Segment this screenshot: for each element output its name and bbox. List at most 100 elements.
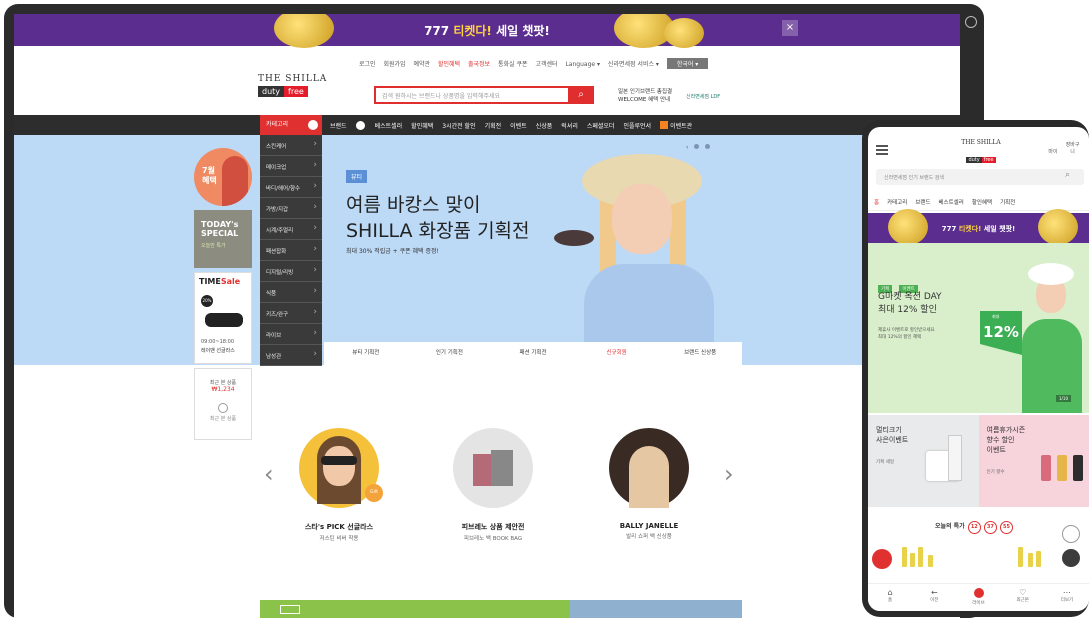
hero-tab[interactable]: 인기 기획전	[408, 342, 492, 365]
today-line2: SPECIAL	[201, 229, 239, 238]
bottom-nav-recent[interactable]: ♡ 최근본	[1001, 584, 1045, 611]
search-input[interactable]: 검색 원하시는 브랜드나 상품명을 입력해주세요 ⌕	[374, 86, 594, 104]
deal-product[interactable]	[1036, 551, 1041, 567]
util-link[interactable]: 고객센터	[535, 61, 557, 68]
mobile-hero-title: G마켓 옥션 DAY 최대 12% 할인	[878, 291, 942, 317]
mobile-promo-banner[interactable]: 777 티켓다! 세일 챗팟!	[868, 209, 1089, 245]
gnb-item[interactable]: 베스트셀러	[375, 121, 403, 130]
promo-text: 777 티켓다! 세일 챗팟!	[14, 22, 960, 39]
deal-product[interactable]	[918, 547, 923, 567]
language-button[interactable]: 한국어 ▾	[666, 58, 709, 69]
category-item[interactable]: 바디/헤어/향수	[260, 177, 322, 198]
bottom-nav-live[interactable]: 라이브	[956, 584, 1000, 611]
deal-product[interactable]	[910, 553, 915, 567]
cart-icon[interactable]: 장바구니	[1066, 141, 1080, 155]
gnb-item[interactable]: 럭셔리	[561, 121, 578, 130]
category-item[interactable]: 키즈/완구	[260, 303, 322, 324]
user-icon[interactable]: 마이	[1046, 148, 1060, 155]
mobile-tab[interactable]: 할인혜택	[972, 198, 992, 206]
deal-product[interactable]	[1018, 547, 1023, 567]
mobile-tab[interactable]: 베스트셀러	[939, 198, 964, 206]
header-ad-logo[interactable]: 신라면세점 LDF	[686, 93, 720, 100]
util-link[interactable]: Language ▾	[565, 61, 600, 68]
shilla-logo[interactable]: THE SHILLA duty free	[258, 74, 328, 97]
mobile-hero-page[interactable]: 1/10	[1056, 395, 1071, 402]
brand-toggle-icon[interactable]	[355, 120, 365, 130]
product-subtitle: 저스틴 비버 착용	[319, 536, 359, 542]
top-promo-banner[interactable]: 777 티켓다! 세일 챗팟! ×	[14, 14, 960, 48]
gnb-item[interactable]: 할인혜택	[411, 121, 433, 130]
search-icon[interactable]: ⌕	[568, 86, 594, 104]
util-link[interactable]: 회원가입	[383, 61, 405, 68]
recent-view-panel[interactable]: 최근 본 상품 ₩1,234 최근 본 상품	[194, 368, 252, 440]
category-item[interactable]: 패션잡화	[260, 240, 322, 261]
search-icon[interactable]: ⌕	[1065, 170, 1070, 180]
hero-tab[interactable]: 브랜드 신상품	[658, 342, 742, 365]
gnb-item-brand[interactable]: 브랜드	[330, 121, 347, 130]
util-link[interactable]: 출국정보	[468, 61, 490, 68]
all-category-button[interactable]: 카테고리	[260, 115, 322, 135]
gnb-item-event[interactable]: 이벤트관	[670, 121, 692, 130]
bottom-nav-home[interactable]: ⌂ 홈	[868, 584, 912, 611]
category-item[interactable]: 가방/지갑	[260, 198, 322, 219]
next-arrow-icon[interactable]: ›	[724, 460, 734, 488]
util-link[interactable]: 할인혜택	[438, 61, 460, 68]
gnb-item[interactable]: 3시간전 할인	[442, 121, 475, 130]
hero-pagination[interactable]: ‹	[686, 144, 711, 151]
mobile-tab[interactable]: 브랜드	[915, 198, 930, 206]
category-item[interactable]: 디지털/리빙	[260, 261, 322, 282]
mobile-tab[interactable]: 카테고리	[887, 198, 907, 206]
hero-tab[interactable]: 패션 기획전	[491, 342, 575, 365]
product-card[interactable]: 피브레노 상품 제안전 피브레노 백 BOOK BAG	[418, 428, 568, 542]
gnb-item[interactable]: 이벤트	[510, 121, 527, 130]
gnb-item[interactable]: 스페셜오더	[587, 121, 615, 130]
page-dot[interactable]	[705, 144, 711, 149]
category-item[interactable]: 스킨케어	[260, 135, 322, 156]
deal-product[interactable]	[928, 555, 933, 567]
category-item[interactable]: 시계/주얼리	[260, 219, 322, 240]
deal-product[interactable]	[1028, 553, 1033, 567]
gnb-item[interactable]: 신상품	[536, 121, 553, 130]
bottom-banner-blue[interactable]	[570, 600, 742, 618]
hamburger-menu-icon[interactable]	[876, 145, 888, 155]
mobile-card-title: 여름휴가시즌 향수 할인 이벤트	[987, 425, 1089, 455]
bottom-nav-more[interactable]: ⋯ 더보기	[1045, 584, 1089, 611]
time-sale-banner[interactable]: TIMESale 20% 09:00~18:00 레이밴 선글라스	[194, 272, 252, 364]
mobile-tab-home[interactable]: 홈	[874, 198, 879, 206]
header-ad[interactable]: 일본 인기브랜드 총집결 WELCOME 혜택 안내	[618, 88, 672, 104]
util-link[interactable]: 신라면세점 서비스 ▾	[608, 61, 659, 68]
bottom-nav-label: 홈	[888, 598, 893, 603]
hero-tab-active[interactable]: 신규회원	[575, 342, 659, 365]
category-item[interactable]: 메이크업	[260, 156, 322, 177]
mobile-tab[interactable]: 기획전	[1000, 198, 1015, 206]
logo-word-duty: duty	[258, 86, 285, 97]
hero-tab[interactable]: 뷰티 기획전	[324, 342, 408, 365]
deal-product[interactable]	[902, 547, 907, 567]
product-card[interactable]: BALLY JANELLE 발리 쇼퍼 백 신상품	[574, 428, 724, 540]
hero-banner[interactable]	[14, 135, 960, 365]
bag	[491, 450, 513, 486]
scroll-top-icon[interactable]	[1062, 549, 1080, 567]
mobile-card[interactable]: 멀티크기 사은이벤트 기획 세일	[868, 415, 979, 507]
mobile-hero-banner[interactable]: 기획 이벤트 G마켓 옥션 DAY 최대 12% 할인 제휴사 이벤트로 할인받…	[868, 243, 1089, 413]
bottom-banner-green[interactable]	[260, 600, 570, 618]
mobile-card[interactable]: 여름휴가시즌 향수 할인 이벤트 인기 향수	[978, 415, 1089, 507]
product-card[interactable]: Gift 스타's PICK 선글라스 저스틴 비버 착용	[264, 428, 414, 542]
mobile-logo[interactable]: THE SHILLA duty free	[956, 139, 1006, 165]
util-link[interactable]: 통화실 쿠폰	[498, 61, 528, 68]
today-special-banner[interactable]: TODAY's SPECIAL 오늘만 특가	[194, 210, 252, 268]
category-item[interactable]: 식품	[260, 282, 322, 303]
gnb-item[interactable]: 인플루언서	[623, 121, 651, 130]
bottom-nav-back[interactable]: ← 이전	[912, 584, 956, 611]
mobile-card-title: 멀티크기 사은이벤트	[876, 425, 979, 445]
side-event-banner[interactable]: 7월 혜택	[194, 148, 252, 206]
category-item[interactable]: 남성관	[260, 345, 322, 366]
chat-icon[interactable]	[1062, 525, 1080, 543]
category-item[interactable]: 라이브	[260, 324, 322, 345]
page-dot[interactable]	[694, 144, 700, 149]
mobile-search-input[interactable]: 신라면세점 인기 브랜드 검색 ⌕	[876, 169, 1084, 185]
gnb-item[interactable]: 기획전	[485, 121, 502, 130]
util-link[interactable]: 로그인	[359, 61, 376, 68]
close-icon[interactable]: ×	[782, 20, 798, 36]
util-link[interactable]: 예약관	[414, 61, 431, 68]
